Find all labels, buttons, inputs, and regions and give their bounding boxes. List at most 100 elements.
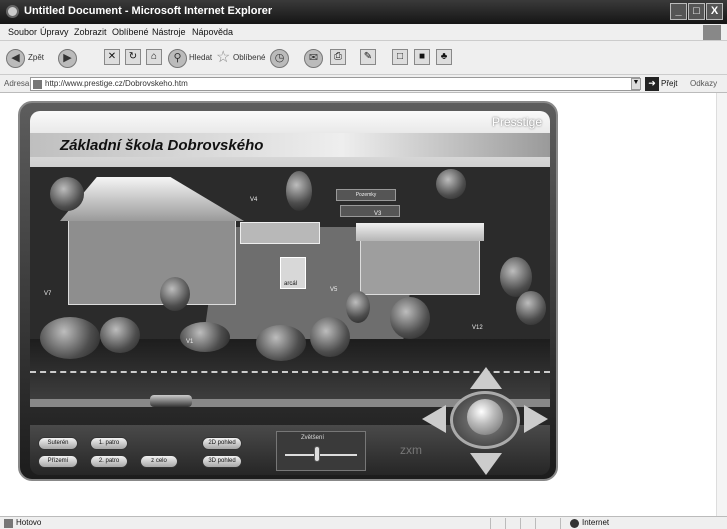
zoom-control: Zvětšení [276, 431, 366, 471]
research-icon[interactable]: ♣ [436, 49, 452, 65]
stop-icon[interactable]: ✕ [104, 49, 120, 65]
all-floors-button[interactable]: z celo [140, 455, 178, 468]
page-icon [33, 80, 42, 89]
grounds-sign[interactable]: Pozemky [336, 189, 396, 201]
view-3d-button[interactable]: 3D pohled [202, 455, 242, 468]
viewpoint-v7[interactable]: V7 [44, 291, 51, 297]
minimize-button[interactable]: _ [670, 3, 687, 20]
second-building-roof [356, 223, 484, 241]
status-text: Hotovo [16, 518, 42, 527]
address-url[interactable]: http://www.prestige.cz/Dobrovskeho.htm [45, 79, 188, 88]
floor-2-button[interactable]: 2. patro [90, 455, 128, 468]
arrow-right-icon[interactable] [524, 405, 548, 433]
arrow-down-icon[interactable] [470, 453, 502, 475]
address-bar: Adresa http://www.prestige.cz/Dobrovskeh… [0, 75, 727, 93]
status-bar: Hotovo Internet [0, 516, 727, 529]
tree [40, 317, 100, 359]
menu-file[interactable]: Soubor [8, 27, 37, 37]
forward-icon[interactable]: ▶ [58, 49, 77, 68]
search-icon[interactable]: ⚲ [168, 49, 187, 68]
ie-logo-icon [6, 5, 19, 18]
address-label: Adresa [4, 79, 30, 88]
status-divider [560, 518, 561, 529]
toolbar: ◀ Zpět ▶ ✕ ↻ ⌂ ⚲ Hledat ☆ Oblíbené ◷ ✉ ⎙… [0, 41, 727, 75]
viewpoint-v4[interactable]: V4 [250, 197, 257, 203]
search-label[interactable]: Hledat [189, 53, 212, 71]
ground-floor-button[interactable]: Přízemí [38, 455, 78, 468]
internet-zone-icon [570, 519, 579, 528]
status-divider [535, 518, 536, 529]
vertical-scrollbar[interactable] [716, 93, 727, 516]
sign-2[interactable] [340, 205, 400, 217]
close-button[interactable]: X [706, 3, 723, 20]
annex-label: arcál [284, 281, 298, 287]
view-2d-button[interactable]: 2D pohled [202, 437, 242, 450]
zoom-label: Zvětšení [301, 435, 325, 441]
tree [390, 297, 430, 339]
tree [310, 317, 350, 357]
address-dropdown-icon[interactable]: ▼ [631, 78, 641, 90]
window-title: Untitled Document - Microsoft Internet E… [24, 5, 273, 17]
connector-building[interactable] [240, 222, 320, 244]
address-input[interactable]: http://www.prestige.cz/Dobrovskeho.htm [30, 77, 640, 91]
main-building-roof [60, 177, 244, 221]
menu-favorites[interactable]: Oblíbené [112, 27, 149, 37]
tree [346, 291, 370, 323]
viewpoint-v3[interactable]: V3 [374, 211, 381, 217]
menu-view[interactable]: Zobrazit [74, 27, 107, 37]
viewpoint-v12[interactable]: V12 [472, 325, 483, 331]
home-icon[interactable]: ⌂ [146, 49, 162, 65]
tree [50, 177, 84, 211]
zoom-track[interactable] [285, 454, 357, 456]
favorites-icon[interactable]: ☆ [216, 49, 230, 67]
tree [100, 317, 140, 353]
zone-text: Internet [582, 518, 610, 527]
floor-1-button[interactable]: 1. patro [90, 437, 128, 450]
title-bar: Untitled Document - Microsoft Internet E… [0, 0, 727, 24]
favorites-label[interactable]: Oblíbené [233, 53, 265, 71]
menu-tools[interactable]: Nástroje [152, 27, 186, 37]
status-divider [490, 518, 491, 529]
refresh-icon[interactable]: ↻ [125, 49, 141, 65]
arrow-up-icon[interactable] [470, 367, 502, 389]
status-divider [505, 518, 506, 529]
tree [286, 171, 312, 211]
car [150, 395, 192, 407]
discuss-icon[interactable]: □ [392, 49, 408, 65]
second-building[interactable] [360, 237, 480, 295]
arrow-left-icon[interactable] [422, 405, 446, 433]
zoom-slider-knob[interactable] [314, 446, 321, 462]
tree [160, 277, 190, 311]
links-button[interactable]: Odkazy [690, 79, 717, 88]
tree [180, 322, 230, 352]
viewpoint-v5[interactable]: V5 [330, 287, 337, 293]
dpad-center-button[interactable] [467, 399, 503, 435]
menu-bar: Soubor Úpravy Zobrazit Oblíbené Nástroje… [0, 24, 727, 41]
messenger-icon[interactable]: ■ [414, 49, 430, 65]
go-button[interactable]: Přejt [661, 79, 677, 88]
status-divider [520, 518, 521, 529]
print-icon[interactable]: ⎙ [330, 49, 346, 65]
tree [256, 325, 306, 361]
tree [436, 169, 466, 199]
menu-edit[interactable]: Úpravy [40, 27, 69, 37]
mail-icon[interactable]: ✉ [304, 49, 323, 68]
go-arrow-icon[interactable]: ➜ [645, 77, 659, 91]
viewpoint-v1[interactable]: V1 [186, 339, 193, 345]
app-title: Základní škola Dobrovského [60, 137, 264, 154]
menu-help[interactable]: Nápověda [192, 27, 233, 37]
back-icon[interactable]: ◀ [6, 49, 25, 68]
edit-icon[interactable]: ✎ [360, 49, 376, 65]
history-icon[interactable]: ◷ [270, 49, 289, 68]
main-building[interactable] [68, 217, 236, 305]
brand-logo: Presstige [491, 115, 542, 129]
page-done-icon [4, 519, 13, 528]
basement-button[interactable]: Suterén [38, 437, 78, 450]
school-map-app: Základní škola Dobrovského Presstige arc… [18, 101, 558, 481]
tree [516, 291, 546, 325]
back-label[interactable]: Zpět [28, 53, 44, 71]
maximize-button[interactable]: □ [688, 3, 705, 20]
zoom-caption: zxm [400, 443, 422, 457]
windows-flag-icon [703, 25, 721, 40]
app-header: Základní škola Dobrovského Presstige [30, 111, 550, 167]
